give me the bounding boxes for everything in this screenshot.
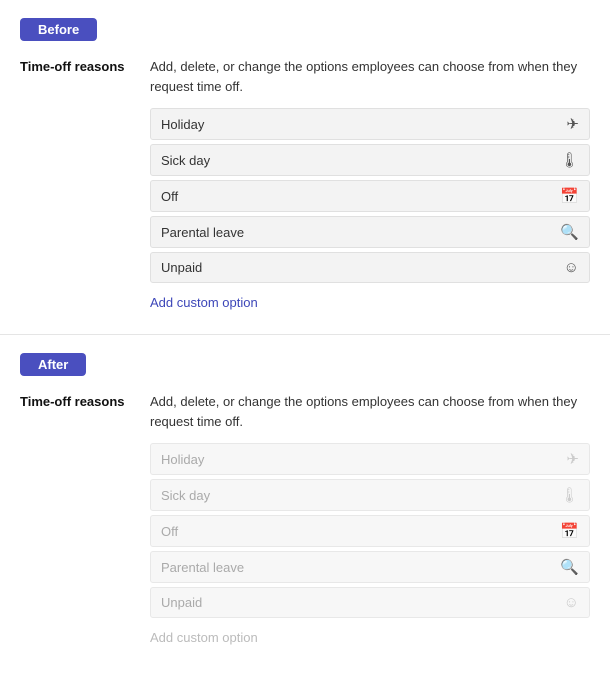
option-name: Parental leave <box>161 560 244 575</box>
after-option-list: Holiday ✈ Sick day 🌡 Off 📅 Parental leave 🔍 Unpa… <box>150 443 590 618</box>
option-name: Sick day <box>161 153 210 168</box>
plane-icon[interactable]: ✈ <box>566 115 579 133</box>
option-name: Holiday <box>161 117 204 132</box>
before-description: Add, delete, or change the options emplo… <box>150 57 590 96</box>
before-section: Before Time-off reasons Add, delete, or … <box>0 0 610 335</box>
before-option-item[interactable]: Holiday ✈ <box>150 108 590 140</box>
plane-icon: ✈ <box>566 450 579 468</box>
option-name: Sick day <box>161 488 210 503</box>
smiley-icon[interactable]: ☺ <box>564 259 579 276</box>
before-label: Before <box>20 18 97 41</box>
after-option-item: Holiday ✈ <box>150 443 590 475</box>
after-label: After <box>20 353 86 376</box>
before-add-custom-button[interactable]: Add custom option <box>150 295 258 310</box>
search-icon: 🔍 <box>560 558 579 576</box>
before-option-list: Holiday ✈ Sick day 🌡 Off 📅 Parental leave 🔍 Unpa… <box>150 108 590 283</box>
before-option-item[interactable]: Parental leave 🔍 <box>150 216 590 248</box>
smiley-icon: ☺ <box>564 594 579 611</box>
option-name: Off <box>161 524 178 539</box>
before-option-item[interactable]: Sick day 🌡 <box>150 144 590 176</box>
option-name: Unpaid <box>161 260 202 275</box>
after-option-item: Unpaid ☺ <box>150 587 590 618</box>
after-option-item: Sick day 🌡 <box>150 479 590 511</box>
search-icon[interactable]: 🔍 <box>560 223 579 241</box>
after-option-item: Off 📅 <box>150 515 590 547</box>
after-add-custom-button: Add custom option <box>150 630 258 645</box>
after-content: Add, delete, or change the options emplo… <box>150 392 590 645</box>
after-description: Add, delete, or change the options emplo… <box>150 392 590 431</box>
before-content: Add, delete, or change the options emplo… <box>150 57 590 310</box>
calendar-icon[interactable]: 📅 <box>560 187 579 205</box>
before-option-item[interactable]: Off 📅 <box>150 180 590 212</box>
before-section-title: Time-off reasons <box>20 57 130 74</box>
option-name: Parental leave <box>161 225 244 240</box>
before-option-item[interactable]: Unpaid ☺ <box>150 252 590 283</box>
option-name: Holiday <box>161 452 204 467</box>
option-name: Unpaid <box>161 595 202 610</box>
option-name: Off <box>161 189 178 204</box>
thermometer-icon[interactable]: 🌡 <box>560 151 579 169</box>
calendar-icon: 📅 <box>560 522 579 540</box>
after-option-item: Parental leave 🔍 <box>150 551 590 583</box>
after-section-title: Time-off reasons <box>20 392 130 409</box>
after-section: After Time-off reasons Add, delete, or c… <box>0 335 610 669</box>
thermometer-icon: 🌡 <box>560 486 579 504</box>
